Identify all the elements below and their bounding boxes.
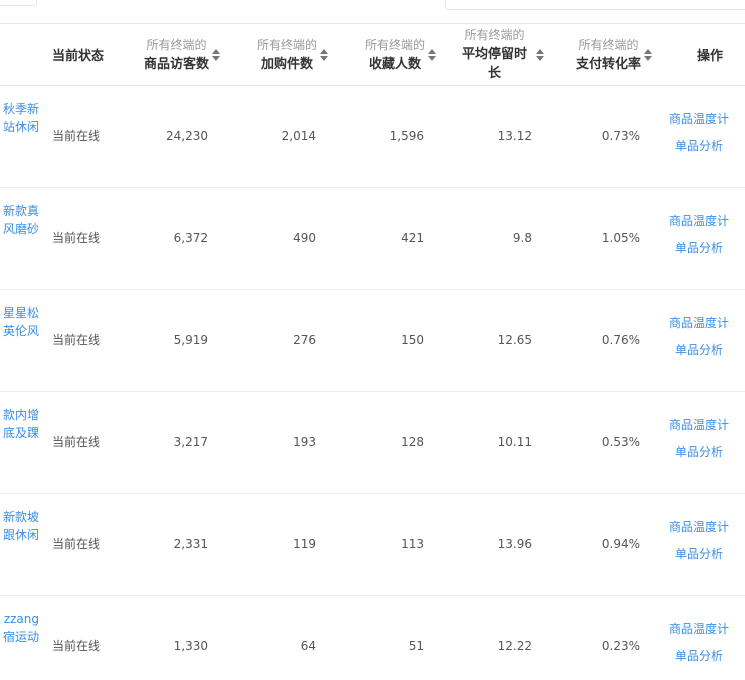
product-thermometer-link[interactable]: 商品温度计 xyxy=(669,620,729,638)
fav-cell: 150 xyxy=(401,333,424,347)
top-left-control[interactable] xyxy=(0,0,37,6)
product-name-line: 新款真 xyxy=(2,204,39,218)
header-sub-label: 所有终端的 xyxy=(256,37,317,52)
product-name-link[interactable]: 星星松 英伦风 xyxy=(0,304,39,340)
product-thermometer-link[interactable]: 商品温度计 xyxy=(669,110,729,128)
product-name-line: zzang xyxy=(3,612,39,626)
stay-cell: 12.22 xyxy=(497,639,532,653)
sort-icon[interactable] xyxy=(320,48,328,62)
header-fav-sortable[interactable]: 所有终端的 收藏人数 xyxy=(356,24,436,85)
visitors-cell: 3,217 xyxy=(173,435,208,449)
header-main-label: 加购件数 xyxy=(260,56,313,72)
product-name-line: 星星松 xyxy=(2,306,39,320)
product-name-line: 风磨砂 xyxy=(2,222,39,236)
header-main-label: 收藏人数 xyxy=(368,56,421,72)
header-sub-label: 所有终端的 xyxy=(578,37,639,52)
stay-cell: 9.8 xyxy=(512,231,532,245)
sort-icon[interactable] xyxy=(428,48,436,62)
product-name-line: 新款坡 xyxy=(2,510,39,524)
fav-cell: 51 xyxy=(408,639,424,653)
visitors-cell: 24,230 xyxy=(166,129,208,143)
stay-cell: 10.11 xyxy=(497,435,532,449)
status-cell: 当前在线 xyxy=(52,537,101,551)
single-product-analysis-link[interactable]: 单品分析 xyxy=(675,239,723,257)
conversion-cell: 1.05% xyxy=(601,231,640,245)
single-product-analysis-link[interactable]: 单品分析 xyxy=(675,647,723,665)
product-thermometer-link[interactable]: 商品温度计 xyxy=(669,212,729,230)
conversion-cell: 0.94% xyxy=(601,537,640,551)
header-sub-label: 所有终端的 xyxy=(464,28,525,42)
cart-cell: 64 xyxy=(300,639,316,653)
header-operation: 操作 xyxy=(696,49,723,64)
product-name-line: 跟休闲 xyxy=(2,528,39,542)
cart-cell: 119 xyxy=(293,537,316,551)
header-stay-sortable[interactable]: 所有终端的 平均停留时长 xyxy=(456,24,545,85)
product-name-link[interactable]: 新款真 风磨砂 xyxy=(0,202,39,238)
single-product-analysis-link[interactable]: 单品分析 xyxy=(675,341,723,359)
sort-icon[interactable] xyxy=(212,48,220,62)
product-name-line: 站休闲 xyxy=(2,120,39,134)
sort-icon[interactable] xyxy=(536,48,545,62)
cart-cell: 2,014 xyxy=(281,129,316,143)
table-row: 款内增 底及踝 当前在线 3,217 193 128 10.11 0.53% 商… xyxy=(0,392,745,494)
stay-cell: 12.65 xyxy=(497,333,532,347)
product-name-line: 英伦风 xyxy=(2,324,39,338)
product-name-link[interactable]: 新款坡 跟休闲 xyxy=(0,508,39,544)
table-row: 星星松 英伦风 当前在线 5,919 276 150 12.65 0.76% 商… xyxy=(0,290,745,392)
cart-cell: 490 xyxy=(293,231,316,245)
fav-cell: 113 xyxy=(401,537,424,551)
conversion-cell: 0.73% xyxy=(601,129,640,143)
product-name-link[interactable]: 秋季新 站休闲 xyxy=(0,100,39,136)
status-cell: 当前在线 xyxy=(52,333,101,347)
status-cell: 当前在线 xyxy=(52,231,101,245)
product-thermometer-link[interactable]: 商品温度计 xyxy=(669,518,729,536)
header-status: 当前状态 xyxy=(52,49,105,64)
conversion-cell: 0.76% xyxy=(601,333,640,347)
header-main-label: 支付转化率 xyxy=(575,56,641,72)
cart-cell: 276 xyxy=(293,333,316,347)
product-name-line: 秋季新 xyxy=(2,102,39,116)
table-row: 秋季新 站休闲 当前在线 24,230 2,014 1,596 13.12 0.… xyxy=(0,86,745,188)
product-thermometer-link[interactable]: 商品温度计 xyxy=(669,314,729,332)
stay-cell: 13.96 xyxy=(497,537,532,551)
header-main-label: 平均停留时长 xyxy=(462,47,528,81)
product-name-line: 款内增 xyxy=(2,408,39,422)
table-row: 新款真 风磨砂 当前在线 6,372 490 421 9.8 1.05% 商品温… xyxy=(0,188,745,290)
product-name-link[interactable]: 款内增 底及踝 xyxy=(0,406,39,442)
product-data-table-page: 当前状态 所有终端的 商品访客数 所有终端的 加购件数 所有终端的 收藏人数 所… xyxy=(0,0,745,680)
header-conv-sortable[interactable]: 所有终端的 支付转化率 xyxy=(572,24,652,85)
product-name-line: 底及踝 xyxy=(2,426,39,440)
table-header: 当前状态 所有终端的 商品访客数 所有终端的 加购件数 所有终端的 收藏人数 所… xyxy=(0,24,745,86)
product-thermometer-link[interactable]: 商品温度计 xyxy=(669,416,729,434)
conversion-cell: 0.23% xyxy=(601,639,640,653)
visitors-cell: 5,919 xyxy=(173,333,208,347)
product-name-link[interactable]: zzang 宿运动 xyxy=(0,610,39,646)
header-cart-sortable[interactable]: 所有终端的 加购件数 xyxy=(248,24,328,85)
fav-cell: 128 xyxy=(401,435,424,449)
status-cell: 当前在线 xyxy=(52,639,101,653)
header-visitors-sortable[interactable]: 所有终端的 商品访客数 xyxy=(138,24,220,85)
fav-cell: 1,596 xyxy=(389,129,424,143)
table-row: zzang 宿运动 当前在线 1,330 64 51 12.22 0.23% 商… xyxy=(0,596,745,680)
single-product-analysis-link[interactable]: 单品分析 xyxy=(675,545,723,563)
header-sub-label: 所有终端的 xyxy=(364,37,425,52)
sort-icon[interactable] xyxy=(644,48,652,62)
status-cell: 当前在线 xyxy=(52,129,101,143)
stay-cell: 13.12 xyxy=(497,129,532,143)
header-sub-label: 所有终端的 xyxy=(146,37,207,52)
single-product-analysis-link[interactable]: 单品分析 xyxy=(675,137,723,155)
status-cell: 当前在线 xyxy=(52,435,101,449)
header-main-label: 商品访客数 xyxy=(143,56,209,72)
cart-cell: 193 xyxy=(293,435,316,449)
top-search-input[interactable] xyxy=(445,0,745,10)
visitors-cell: 2,331 xyxy=(173,537,208,551)
conversion-cell: 0.53% xyxy=(601,435,640,449)
single-product-analysis-link[interactable]: 单品分析 xyxy=(675,443,723,461)
fav-cell: 421 xyxy=(401,231,424,245)
visitors-cell: 6,372 xyxy=(173,231,208,245)
table-row: 新款坡 跟休闲 当前在线 2,331 119 113 13.96 0.94% 商… xyxy=(0,494,745,596)
product-name-line: 宿运动 xyxy=(2,630,39,644)
visitors-cell: 1,330 xyxy=(173,639,208,653)
